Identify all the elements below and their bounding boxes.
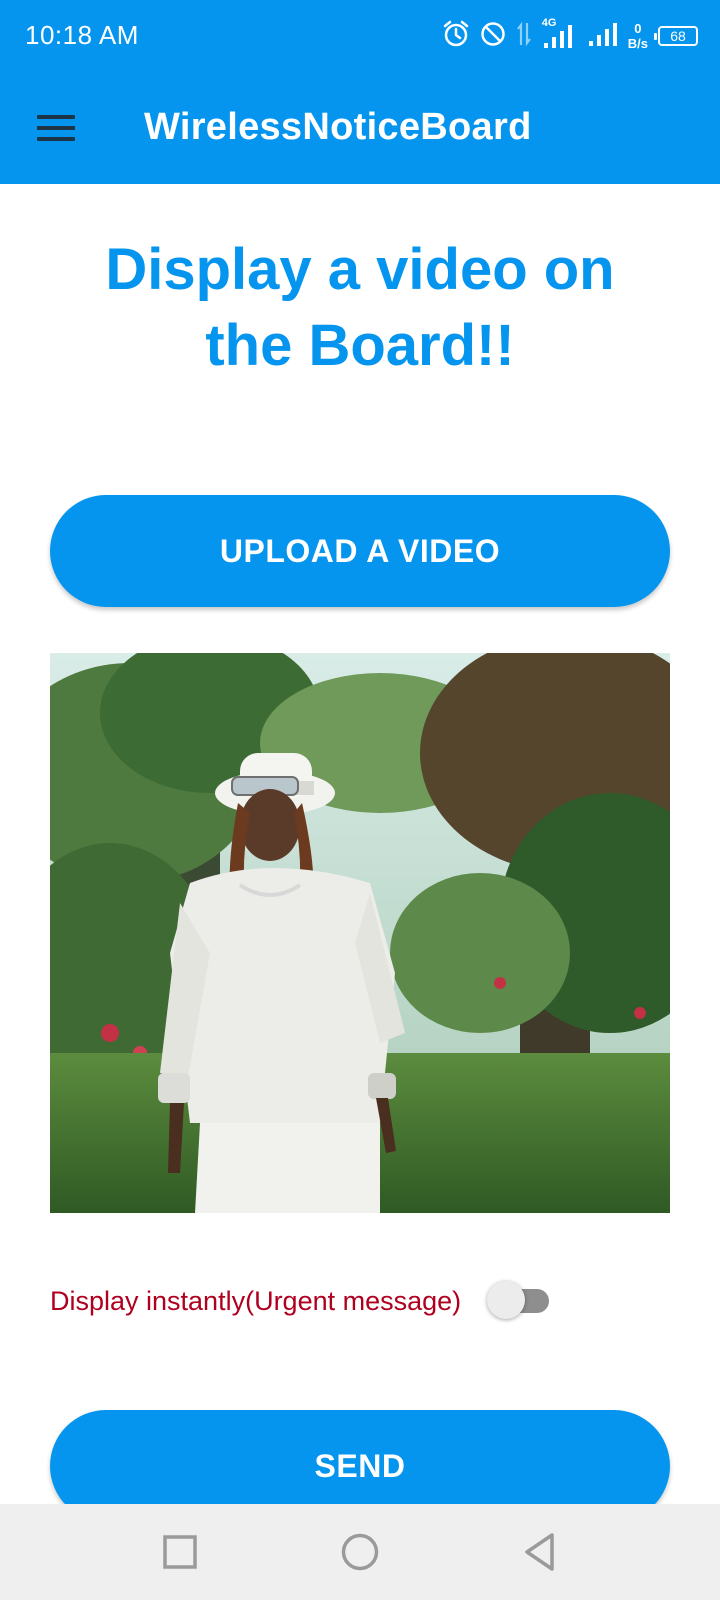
- net-speed: 0 B/s: [628, 21, 648, 51]
- urgent-toggle[interactable]: [487, 1279, 550, 1323]
- signal-icon: 4G: [542, 17, 578, 51]
- net-speed-value: 0: [634, 21, 642, 36]
- urgent-label: Display instantly(Urgent message): [50, 1285, 462, 1316]
- signal-icon-2: [588, 19, 618, 54]
- battery-level: 68: [670, 28, 686, 44]
- back-triangle-icon[interactable]: [518, 1530, 562, 1574]
- alarm-icon: [442, 20, 470, 53]
- hamburger-menu-icon[interactable]: [28, 104, 84, 152]
- app-bar: WirelessNoticeBoard: [0, 74, 720, 184]
- status-time: 10:18 AM: [25, 20, 139, 50]
- recents-square-icon[interactable]: [158, 1530, 202, 1574]
- system-nav-bar: [0, 1504, 720, 1600]
- toggle-thumb: [487, 1281, 526, 1319]
- do-not-disturb-icon: [480, 21, 506, 52]
- status-icons: 4G 0 B/s 68: [442, 17, 698, 54]
- urgent-row: Display instantly(Urgent message): [50, 1278, 550, 1324]
- battery-icon: 68: [654, 26, 698, 46]
- home-circle-icon[interactable]: [338, 1530, 382, 1574]
- page-title: Display a video on the Board!!: [105, 237, 615, 378]
- data-transfer-icon: [516, 21, 532, 52]
- video-thumbnail-image: [50, 653, 670, 1213]
- app-title: WirelessNoticeBoard: [144, 106, 532, 148]
- upload-video-button[interactable]: UPLOAD A VIDEO: [50, 495, 670, 607]
- video-preview[interactable]: [50, 653, 670, 1213]
- status-bar: 10:18 AM 4G 0 B/s 68: [0, 0, 720, 74]
- net-speed-unit: B/s: [627, 36, 648, 51]
